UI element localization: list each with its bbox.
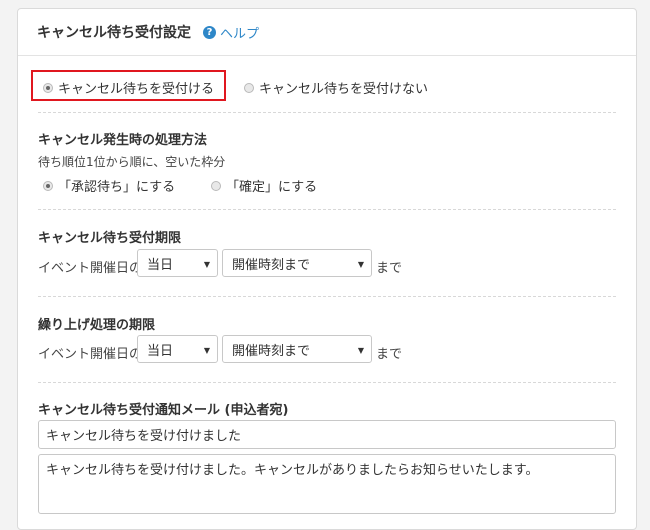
deadline-prefix: イベント開催日の [38, 261, 143, 276]
radio-decline-icon[interactable] [244, 82, 254, 93]
deadline-time-value: 開催時刻まで [232, 257, 311, 273]
radio-pending[interactable]: 「承認待ち」にする [43, 176, 175, 195]
promotion-day-value: 当日 [147, 343, 174, 359]
divider [38, 112, 616, 113]
divider [38, 296, 616, 297]
processing-title: キャンセル発生時の処理方法 [38, 133, 208, 148]
divider [38, 382, 616, 383]
mail-subject-input[interactable] [38, 420, 616, 449]
radio-accept-label: キャンセル待ちを受付ける [58, 82, 215, 97]
processing-note: 待ち順位1位から順に、空いた枠分 [38, 155, 226, 169]
radio-confirmed-icon[interactable] [211, 180, 221, 191]
deadline-day-value: 当日 [147, 257, 174, 273]
help-icon: ? [203, 25, 216, 39]
promotion-prefix: イベント開催日の [38, 347, 143, 362]
radio-confirmed[interactable]: 「確定」にする [211, 176, 317, 195]
promotion-day-select[interactable]: 当日 ▼ [137, 335, 218, 363]
radio-pending-icon[interactable] [43, 180, 53, 191]
chevron-down-icon: ▼ [357, 260, 364, 269]
radio-decline-label: キャンセル待ちを受付けない [259, 82, 429, 97]
deadline-day-select[interactable]: 当日 ▼ [137, 249, 218, 277]
chevron-down-icon: ▼ [357, 346, 364, 355]
radio-decline[interactable]: キャンセル待ちを受付けない [244, 78, 428, 97]
radio-confirmed-label: 「確定」にする [226, 180, 318, 195]
promotion-title: 繰り上げ処理の期限 [38, 318, 156, 333]
radio-accept[interactable]: キャンセル待ちを受付ける [43, 78, 214, 97]
panel-header: キャンセル待ち受付設定 ? ヘルプ [18, 9, 636, 56]
mail-title: キャンセル待ち受付通知メール (申込者宛) [38, 403, 289, 418]
deadline-title: キャンセル待ち受付期限 [38, 231, 182, 246]
panel-title: キャンセル待ち受付設定 [37, 25, 191, 41]
help-link[interactable]: ? ヘルプ [203, 23, 259, 42]
deadline-time-select[interactable]: 開催時刻まで ▼ [222, 249, 372, 277]
help-label: ヘルプ [220, 26, 260, 42]
promotion-time-select[interactable]: 開催時刻まで ▼ [222, 335, 372, 363]
promotion-suffix: まで [376, 347, 403, 362]
promotion-time-value: 開催時刻まで [232, 343, 311, 359]
chevron-down-icon: ▼ [203, 260, 210, 269]
deadline-suffix: まで [376, 261, 403, 276]
divider [38, 209, 616, 210]
mail-body-textarea[interactable]: キャンセル待ちを受け付けました。キャンセルがありましたらお知らせいたします。 [38, 454, 616, 514]
radio-accept-icon[interactable] [43, 82, 53, 93]
chevron-down-icon: ▼ [203, 346, 210, 355]
radio-pending-label: 「承認待ち」にする [58, 180, 176, 195]
settings-panel: キャンセル待ち受付設定 ? ヘルプ キャンセル待ちを受付ける キャンセル待ちを受… [17, 8, 637, 530]
